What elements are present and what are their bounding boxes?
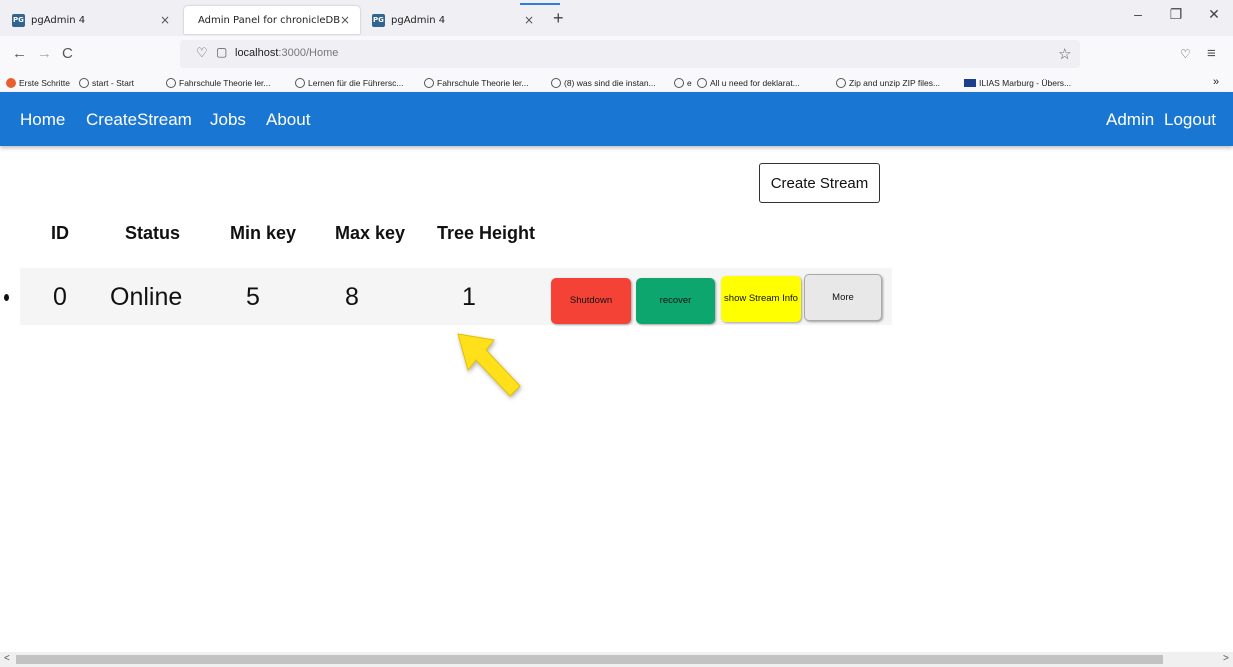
pgadmin-icon: PG [12,13,25,27]
minimize-button[interactable]: – [1119,6,1157,23]
nav-link-logout[interactable]: Logout [1164,110,1216,130]
bookmark-item[interactable]: Fahrschule Theorie ler... [424,78,529,88]
tab-pgadmin-1[interactable]: PG pgAdmin 4 × [4,6,180,34]
close-tab-icon[interactable]: × [160,13,170,27]
create-stream-button[interactable]: Create Stream [759,163,880,203]
shield-icon[interactable]: ♡ [196,45,208,61]
scroll-right-icon[interactable]: > [1223,653,1229,664]
window-controls: – ❐ ✕ [1119,6,1233,23]
cell-id: 0 [53,283,67,311]
globe-icon [674,78,684,88]
back-button[interactable]: ← [12,45,27,62]
globe-icon [551,78,561,88]
tab-admin-panel[interactable]: Admin Panel for chronicleDB × [184,6,360,34]
close-tab-icon[interactable]: × [524,13,534,27]
scrollbar-thumb[interactable] [16,655,1163,664]
menu-icon[interactable]: ≡ [1207,45,1216,62]
bookmarks-bar: Erste Schritte start - Start Fahrschule … [0,74,1233,92]
firefox-icon [6,78,16,88]
globe-icon [424,78,434,88]
bookmark-item[interactable]: start - Start [79,78,134,88]
globe-icon [697,78,707,88]
cell-tree-height: 1 [462,283,476,311]
close-tab-icon[interactable]: × [340,13,350,27]
bookmark-item[interactable]: Fahrschule Theorie ler... [166,78,271,88]
restore-button[interactable]: ❐ [1157,6,1195,23]
show-stream-info-button[interactable]: show Stream Info [721,276,801,322]
column-header-id: ID [51,223,69,243]
globe-icon [166,78,176,88]
bookmark-item[interactable]: ILIAS Marburg - Übers... [964,78,1071,88]
forward-button[interactable]: → [37,45,52,62]
globe-icon [295,78,305,88]
nav-link-jobs[interactable]: Jobs [210,110,246,130]
nav-link-createstream[interactable]: CreateStream [86,110,192,130]
recover-button[interactable]: recover [636,278,715,324]
shutdown-button[interactable]: Shutdown [551,278,631,324]
pgadmin-icon: PG [372,13,385,27]
horizontal-scrollbar[interactable]: < > [0,652,1233,667]
new-tab-button[interactable]: + [553,8,564,29]
reload-button[interactable]: C [62,45,73,62]
bookmark-item[interactable]: (8) was sind die instan... [551,78,656,88]
tab-loading-indicator [520,3,560,5]
pocket-icon[interactable]: ♡ [1180,47,1191,61]
bookmarks-overflow-button[interactable]: » [1213,76,1219,88]
bookmark-star-icon[interactable]: ☆ [1058,45,1071,63]
cell-status: Online [110,283,183,311]
close-window-button[interactable]: ✕ [1195,6,1233,23]
bookmark-item[interactable]: Lernen für die Führersc... [295,78,403,88]
bookmark-item[interactable]: All u need for deklarat... [697,78,800,88]
globe-icon [79,78,89,88]
row-bullet [4,294,9,301]
bookmark-item[interactable]: Zip and unzip ZIP files... [836,78,940,88]
bookmark-item[interactable]: Erste Schritte [6,78,70,88]
page-icon: ▢ [216,45,228,59]
cell-min-key: 5 [246,283,260,311]
ilias-icon [964,79,976,87]
url-text[interactable]: localhost:3000/Home [235,47,338,59]
column-header-status: Status [125,223,181,243]
cell-max-key: 8 [345,283,359,311]
nav-link-about[interactable]: About [266,110,310,130]
tab-bar: PG pgAdmin 4 × Admin Panel for chronicle… [0,0,1233,36]
annotation-arrow-icon [457,333,521,397]
nav-link-admin[interactable]: Admin [1106,110,1154,130]
tab-title: Admin Panel for chronicleDB [198,14,341,26]
nav-link-home[interactable]: Home [20,110,65,130]
more-button[interactable]: More [804,274,882,321]
scroll-left-icon[interactable]: < [4,653,10,664]
globe-icon [836,78,846,88]
tab-title: pgAdmin 4 [31,14,86,26]
tab-pgadmin-2[interactable]: PG pgAdmin 4 × [364,6,544,34]
navigation-bar: ← → C ♡ ▢ localhost:3000/Home ☆ ♡ ≡ [0,36,1233,74]
app-navbar: Home CreateStream Jobs About Admin Logou… [0,92,1233,146]
tab-title: pgAdmin 4 [391,14,446,26]
column-header-min-key: Min key [230,223,297,243]
column-header-tree-height: Tree Height [437,223,536,243]
column-header-max-key: Max key [335,223,406,243]
bookmark-item[interactable]: e [674,78,692,88]
